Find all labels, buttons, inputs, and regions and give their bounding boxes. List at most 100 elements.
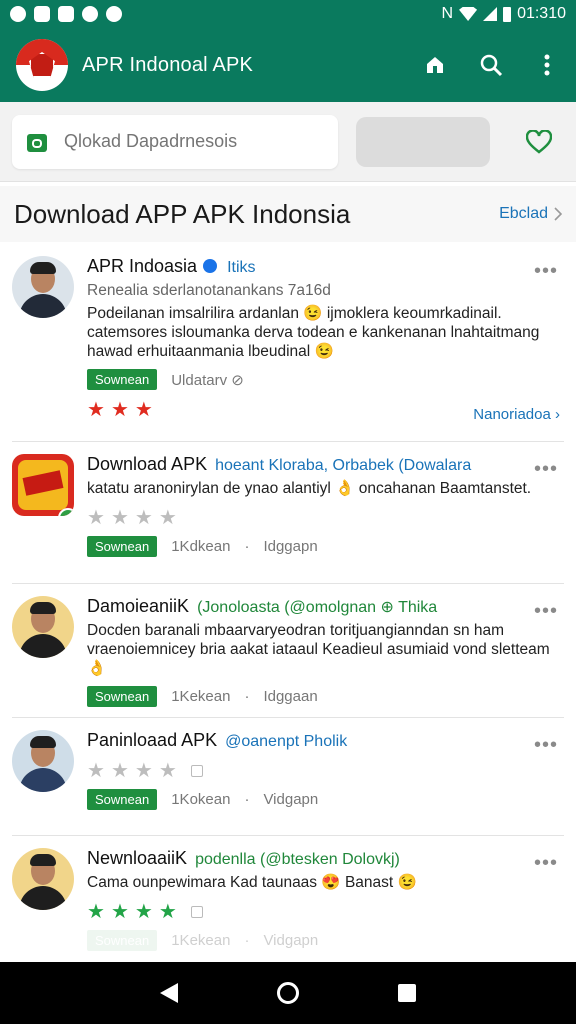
favorite-heart-icon[interactable]	[524, 127, 554, 157]
app-store-icon	[27, 133, 47, 152]
list-item[interactable]: ••• Download APK hoeant Kloraba, Orbabek…	[12, 442, 564, 584]
more-horiz-icon[interactable]: •••	[534, 458, 558, 481]
section-header: Download APP APK Indonsia Ebclad	[0, 186, 576, 242]
more-horiz-icon[interactable]: •••	[534, 260, 558, 283]
list-item[interactable]: ••• DamoieaniiK (Jonoloasta (@omolgnan ⊕…	[12, 584, 564, 718]
item-meta-sep: ·	[244, 791, 250, 808]
search-icon[interactable]	[478, 52, 504, 78]
item-meta: Idggaan	[263, 688, 318, 705]
app-title: APR Indonoal APK	[82, 53, 254, 76]
wifi-icon	[459, 7, 478, 21]
info-icon	[190, 765, 203, 777]
list-item[interactable]: ••• NewnloaaiiK podenlla (@btesken Dolov…	[12, 836, 564, 962]
list-item[interactable]: ••• Paninloaad APK @oanenpt Pholik ★ ★ ★…	[12, 718, 564, 836]
signal-icon	[483, 7, 498, 21]
status-bar: N 01:310	[0, 0, 576, 28]
star-icon: ★	[158, 760, 177, 782]
item-link-label: Nanoriadoa	[473, 406, 551, 423]
network-type: N	[441, 5, 454, 22]
app-list: ••• APR Indoasia Itiks Renealia sderlano…	[0, 244, 576, 962]
avatar	[12, 256, 74, 318]
item-title: DamoieaniiK	[87, 596, 190, 616]
item-description: Cama ounpewimara Kad taunaas 😍 Banast 😉	[87, 874, 417, 891]
item-meta-line: Renealia sderlanotanankans 7a16d	[87, 282, 331, 299]
avatar	[12, 848, 74, 910]
notification-icon	[10, 6, 26, 22]
item-subtitle: Itiks	[227, 259, 256, 276]
item-meta: 1Kekean	[171, 688, 231, 705]
home-circle-icon[interactable]	[276, 982, 299, 1004]
section-see-all-link[interactable]: Ebclad	[499, 205, 562, 223]
recents-icon[interactable]	[398, 984, 417, 1002]
download-tag[interactable]: Sownean	[87, 686, 158, 707]
download-tag[interactable]: Sownean	[87, 536, 158, 557]
item-meta: Idggapn	[263, 538, 318, 555]
item-meta-sep: ·	[244, 688, 250, 705]
item-meta: 1Kekean	[171, 932, 231, 949]
filter-chip[interactable]	[356, 116, 490, 167]
clock: 01:310	[517, 5, 566, 22]
search-box[interactable]	[12, 114, 338, 169]
rating-stars: ★ ★ ★ ★	[87, 902, 564, 922]
star-icon: ★	[110, 399, 129, 421]
item-title: NewnloaaiiK	[87, 848, 188, 868]
more-horiz-icon[interactable]: •••	[534, 600, 558, 623]
list-item[interactable]: ••• APR Indoasia Itiks Renealia sderlano…	[12, 244, 564, 442]
star-icon: ★	[110, 901, 129, 923]
item-meta: Vidgapn	[263, 791, 319, 808]
item-title: Download APK	[87, 454, 208, 474]
section-title: Download APP APK Indonsia	[14, 198, 351, 229]
item-link[interactable]: Nanoriadoa ›	[473, 406, 560, 423]
home-icon[interactable]	[422, 52, 448, 78]
item-subtitle: hoeant Kloraba, Orbabek (Dowalara	[215, 457, 472, 474]
star-icon: ★	[134, 507, 153, 529]
star-icon: ★	[87, 901, 105, 923]
app-icon	[12, 454, 74, 516]
app-logo[interactable]	[16, 39, 68, 91]
item-meta: Vidgapn	[263, 932, 319, 949]
system-nav-bar	[0, 962, 576, 1024]
rating-stars: ★ ★ ★ ★	[87, 761, 564, 781]
rating-stars: ★ ★ ★ ★	[87, 508, 564, 528]
app-bar: APR Indonoal APK	[0, 28, 576, 102]
item-meta: Uldatarv ⊘	[171, 371, 244, 389]
notification-icon	[34, 6, 50, 22]
item-subtitle: @oanenpt Pholik	[225, 733, 348, 750]
notification-icon	[106, 6, 122, 22]
verified-icon	[203, 259, 218, 273]
download-tag[interactable]: Sownean	[87, 789, 158, 810]
item-description: katatu aranonirylan de ynao alantiyl 👌 o…	[87, 480, 532, 497]
star-icon: ★	[110, 507, 129, 529]
item-meta-sep: ·	[244, 932, 250, 949]
star-icon: ★	[158, 507, 177, 529]
avatar	[12, 730, 74, 792]
star-icon: ★	[87, 399, 105, 421]
notification-icon	[82, 6, 98, 22]
item-title: APR Indoasia	[87, 256, 198, 276]
item-subtitle: podenlla (@btesken Dolovkj)	[195, 851, 400, 868]
more-horiz-icon[interactable]: •••	[534, 852, 558, 875]
search-input[interactable]	[64, 131, 304, 152]
more-horiz-icon[interactable]: •••	[534, 734, 558, 757]
gallery-icon	[58, 6, 74, 22]
battery-icon	[503, 6, 512, 22]
star-icon: ★	[110, 760, 129, 782]
item-subtitle: (Jonoloasta (@omolgnan ⊕ Thika	[197, 599, 438, 616]
star-icon: ★	[158, 901, 177, 923]
star-icon: ★	[87, 507, 105, 529]
item-meta: 1Kdkean	[171, 538, 231, 555]
download-tag[interactable]: Sownean	[87, 930, 158, 951]
item-meta: 1Kokean	[171, 791, 231, 808]
section-link-label: Ebclad	[499, 205, 548, 222]
search-row	[0, 102, 576, 182]
info-icon	[190, 906, 203, 918]
star-icon: ★	[134, 901, 153, 923]
item-meta-sep: ·	[244, 538, 250, 555]
item-description: Podeilanan imsalrilira ardanlan 😉 ijmokl…	[87, 305, 540, 360]
download-tag[interactable]: Sownean	[87, 369, 158, 390]
chevron-right-icon	[554, 207, 562, 221]
item-title: Paninloaad APK	[87, 730, 218, 750]
back-icon[interactable]	[159, 983, 178, 1003]
avatar	[12, 596, 74, 658]
more-vert-icon[interactable]	[534, 52, 560, 78]
